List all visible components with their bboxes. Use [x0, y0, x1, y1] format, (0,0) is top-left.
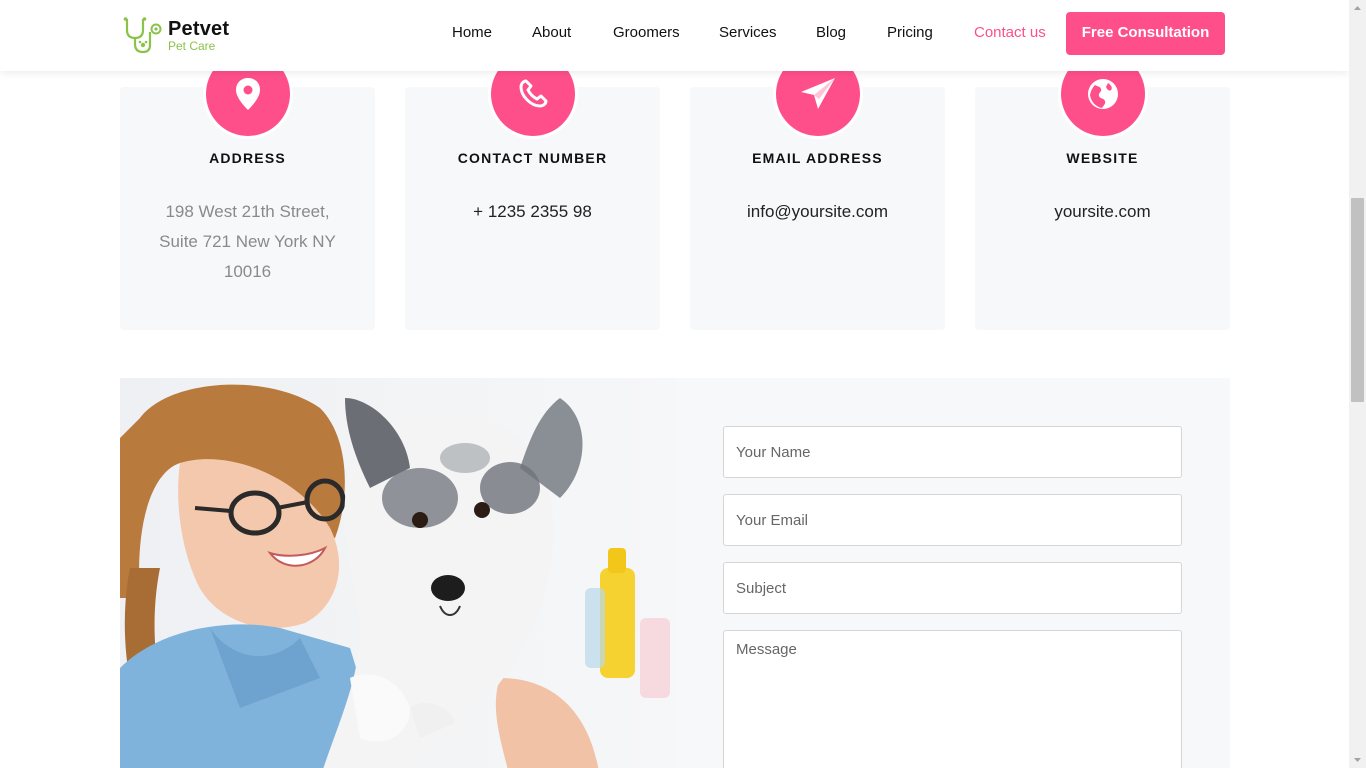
- nav-contact-us[interactable]: Contact us: [974, 24, 1046, 41]
- address-line: Suite 721 New York NY: [159, 232, 336, 251]
- email-input[interactable]: [723, 494, 1182, 546]
- contact-number-card: CONTACT NUMBER + 1235 2355 98: [405, 49, 660, 330]
- website-card: WEBSITE yoursite.com: [975, 49, 1230, 330]
- email-address-text[interactable]: info@yoursite.com: [715, 197, 920, 227]
- contact-number-title: CONTACT NUMBER: [457, 150, 608, 166]
- nav-groomers[interactable]: Groomers: [613, 24, 680, 41]
- vet-with-dog-photo: [120, 378, 675, 768]
- scroll-up-arrow-icon[interactable]: [1349, 0, 1366, 17]
- phone-number[interactable]: + 1235 2355 98: [430, 197, 635, 227]
- scrollbar-thumb[interactable]: [1351, 198, 1364, 402]
- website-text[interactable]: yoursite.com: [1000, 197, 1205, 227]
- email-address-card: EMAIL ADDRESS info@yoursite.com: [690, 49, 945, 330]
- nav-blog[interactable]: Blog: [816, 24, 846, 41]
- subject-input[interactable]: [723, 562, 1182, 614]
- scroll-down-arrow-icon[interactable]: [1349, 751, 1366, 768]
- nav-home[interactable]: Home: [452, 24, 492, 41]
- free-consultation-button[interactable]: Free Consultation: [1066, 12, 1225, 55]
- address-text: 198 West 21th Street, Suite 721 New York…: [145, 197, 350, 287]
- message-textarea[interactable]: [723, 630, 1182, 768]
- page-scrollbar[interactable]: [1349, 0, 1366, 768]
- contact-number-text[interactable]: + 1235 2355 98: [430, 197, 635, 227]
- contact-form: [675, 378, 1230, 768]
- nav-pricing[interactable]: Pricing: [887, 24, 933, 41]
- website-title: WEBSITE: [1066, 150, 1139, 166]
- nav-services[interactable]: Services: [719, 24, 777, 41]
- address-line: 198 West 21th Street,: [165, 202, 330, 221]
- website-url[interactable]: yoursite.com: [1000, 197, 1205, 227]
- address-title: ADDRESS: [209, 150, 286, 166]
- navbar: Petvet Pet Care Home About Groomers Serv…: [0, 0, 1349, 71]
- address-card: ADDRESS 198 West 21th Street, Suite 721 …: [120, 49, 375, 330]
- name-input[interactable]: [723, 426, 1182, 478]
- email-address-title: EMAIL ADDRESS: [752, 150, 883, 166]
- nav-about[interactable]: About: [532, 24, 571, 41]
- address-line: 10016: [223, 262, 272, 281]
- email-address[interactable]: info@yoursite.com: [715, 197, 920, 227]
- page: Petvet Pet Care Home About Groomers Serv…: [0, 0, 1349, 768]
